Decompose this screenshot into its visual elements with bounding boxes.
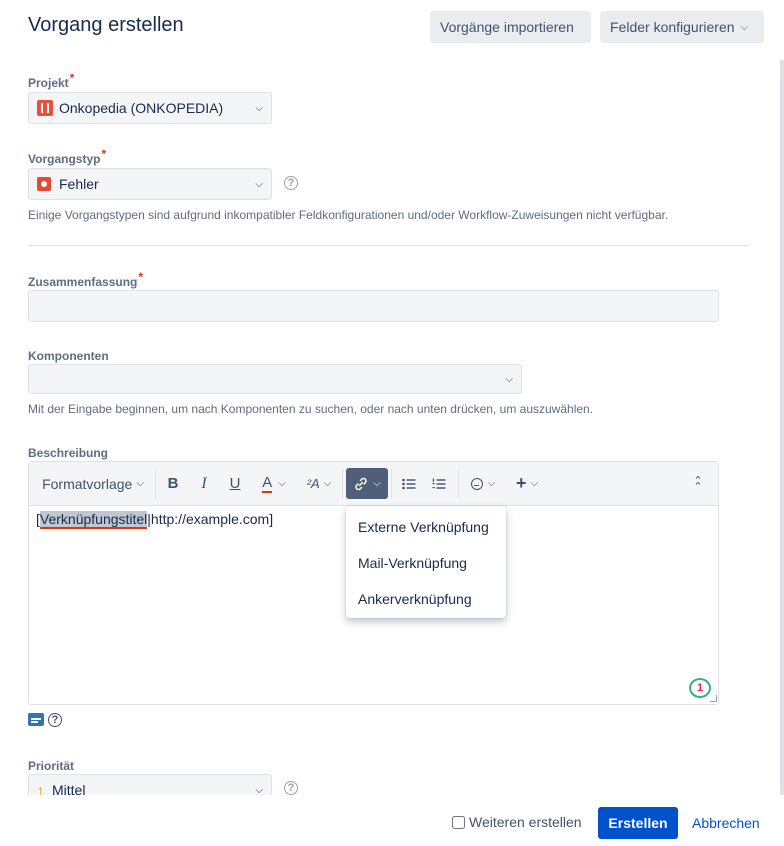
- required-mark: *: [69, 71, 75, 85]
- help-icon[interactable]: ?: [284, 176, 298, 190]
- create-another-label: Weiteren erstellen: [469, 814, 582, 830]
- summary-input[interactable]: [28, 290, 719, 322]
- help-icon[interactable]: ?: [284, 781, 298, 795]
- link-dropdown-menu: Externe Verknüpfung Mail-Verknüpfung Ank…: [346, 506, 506, 618]
- chevron-down-icon: ⌵: [255, 102, 263, 114]
- components-note: Mit der Eingabe beginnen, um nach Kompon…: [28, 402, 594, 416]
- menu-item-external-link[interactable]: Externe Verknüpfung: [358, 519, 489, 535]
- format-label: Formatvorlage: [42, 475, 133, 492]
- description-content[interactable]: [Verknüpfungstitel|http://example.com]: [36, 511, 274, 529]
- editor-toolbar: Formatvorlage ⌵ B I U A ⌵ ²A ⌵ ⌵ ⌵ + ⌵ ⌃…: [29, 462, 718, 506]
- priority-label: Priorität: [28, 759, 75, 773]
- text-effects-icon: ²A: [306, 476, 320, 491]
- bug-icon: [37, 177, 51, 191]
- create-another-checkbox[interactable]: [452, 815, 465, 829]
- create-another-option[interactable]: Weiteren erstellen: [452, 814, 582, 830]
- numbered-list-button[interactable]: [427, 462, 451, 505]
- underline-button[interactable]: U: [222, 462, 248, 505]
- issue-type-note: Einige Vorgangstypen sind aufgrund inkom…: [28, 208, 669, 222]
- issue-type-label: Vorgangstyp*: [28, 147, 107, 166]
- menu-item-mail-link[interactable]: Mail-Verknüpfung: [358, 555, 467, 571]
- link-button[interactable]: ⌵: [346, 468, 388, 499]
- toolbar-separator: [342, 469, 343, 498]
- markup-toggle-icon[interactable]: [28, 713, 44, 726]
- toolbar-separator: [155, 469, 156, 498]
- scrollbar[interactable]: [780, 60, 784, 795]
- create-button[interactable]: Erstellen: [598, 807, 678, 839]
- cancel-button[interactable]: Abbrechen: [692, 815, 760, 831]
- project-value: Onkopedia (ONKOPEDIA): [59, 100, 224, 116]
- format-dropdown[interactable]: Formatvorlage ⌵: [33, 462, 153, 505]
- emoji-button[interactable]: ⌵: [465, 462, 501, 505]
- numbered-list-icon: [432, 478, 446, 489]
- chevron-down-icon: ⌵: [487, 478, 496, 489]
- project-icon: [37, 100, 53, 116]
- dialog-title: Vorgang erstellen: [28, 14, 184, 36]
- text-color-icon: A: [262, 473, 273, 493]
- chevron-down-icon: ⌵: [278, 478, 286, 489]
- components-label: Komponenten: [28, 349, 109, 363]
- issue-type-select[interactable]: Fehler ⌵: [28, 168, 272, 200]
- help-icon[interactable]: ?: [48, 713, 62, 727]
- insert-more-button[interactable]: + ⌵: [509, 462, 545, 505]
- chevron-down-icon: ⌵: [323, 478, 332, 489]
- required-mark: *: [138, 270, 144, 284]
- bold-button[interactable]: B: [160, 462, 186, 505]
- configure-fields-button[interactable]: Felder konfigurieren ⌵: [600, 11, 764, 43]
- toolbar-separator: [391, 469, 392, 498]
- text-color-button[interactable]: A ⌵: [253, 462, 295, 505]
- chevron-down-icon: ⌵: [373, 478, 381, 489]
- issue-type-value: Fehler: [59, 176, 99, 192]
- bullet-list-icon: [402, 478, 416, 489]
- chevron-down-icon: ⌵: [740, 21, 749, 33]
- import-issues-button[interactable]: Vorgänge importieren: [430, 11, 591, 43]
- chevron-down-icon: ⌵: [505, 373, 513, 385]
- components-select[interactable]: ⌵: [28, 364, 522, 394]
- plus-icon: +: [515, 473, 527, 493]
- required-mark: *: [101, 147, 107, 161]
- menu-item-anchor-link[interactable]: Ankerverknüpfung: [358, 591, 472, 607]
- project-select[interactable]: Onkopedia (ONKOPEDIA) ⌵: [28, 92, 272, 124]
- italic-button[interactable]: I: [191, 462, 217, 505]
- grammar-badge[interactable]: 1: [689, 678, 711, 698]
- configure-fields-label: Felder konfigurieren: [610, 19, 735, 35]
- chevron-down-icon: ⌵: [530, 478, 539, 489]
- description-label: Beschreibung: [28, 446, 109, 460]
- chevron-down-icon: ⌵: [255, 178, 263, 190]
- summary-label: Zusammenfassung*: [28, 270, 144, 289]
- text-style-button[interactable]: ²A ⌵: [299, 462, 339, 505]
- collapse-toolbar-button[interactable]: ⌃ ⌃: [685, 462, 711, 505]
- bullet-list-button[interactable]: [397, 462, 421, 505]
- chevron-down-icon: ⌵: [136, 478, 144, 489]
- dialog-footer: Weiteren erstellen Erstellen Abbrechen: [0, 795, 784, 846]
- toolbar-separator: [458, 469, 459, 498]
- divider: [28, 245, 749, 246]
- content-url: |http://example.com]: [147, 511, 274, 527]
- resize-handle-icon[interactable]: [710, 695, 717, 702]
- link-icon: [355, 477, 367, 490]
- project-label: Projekt*: [28, 71, 75, 90]
- double-chevron-up-icon: ⌃ ⌃: [693, 474, 703, 493]
- emoji-icon: [470, 477, 483, 490]
- selected-link-title: Verknüpfungstitel: [39, 511, 148, 529]
